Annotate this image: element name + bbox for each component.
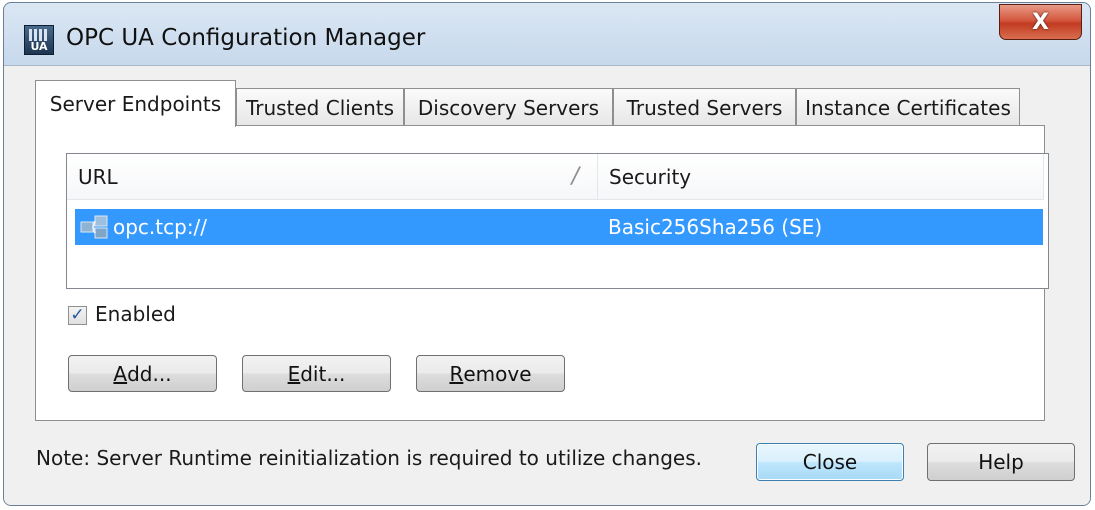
tab-trusted-clients[interactable]: Trusted Clients — [236, 88, 404, 126]
title-bar[interactable]: UA OPC UA Configuration Manager X — [4, 3, 1090, 65]
network-endpoint-icon — [80, 215, 108, 239]
security-cell: Basic256Sha256 (SE) — [608, 215, 823, 239]
close-button[interactable]: Close — [756, 443, 904, 481]
edit-label: dit... — [300, 361, 346, 386]
add-label: dd... — [127, 361, 172, 386]
window-title: OPC UA Configuration Manager — [66, 25, 426, 51]
remove-button[interactable]: Remove — [416, 355, 565, 392]
edit-accel: E — [287, 361, 301, 386]
help-button[interactable]: Help — [927, 443, 1075, 481]
remove-label: emove — [463, 361, 532, 386]
tab-instance-certificates[interactable]: Instance Certificates — [796, 88, 1020, 126]
close-icon: X — [1032, 9, 1049, 35]
reinitialization-note: Note: Server Runtime reinitialization is… — [36, 446, 702, 470]
close-window-button[interactable]: X — [999, 4, 1082, 40]
enabled-label: Enabled — [95, 302, 176, 326]
endpoints-list[interactable]: URL / Security opc.tcp:// Basic256Sha256… — [66, 153, 1049, 289]
add-button[interactable]: Add... — [68, 355, 217, 392]
help-button-label: Help — [978, 450, 1024, 474]
remove-accel: R — [449, 361, 464, 386]
column-header-label: URL — [78, 164, 118, 189]
opc-ua-app-icon: UA — [24, 25, 54, 55]
url-cell: opc.tcp:// — [113, 215, 208, 239]
tab-trusted-servers[interactable]: Trusted Servers — [613, 88, 796, 126]
check-icon: ✓ — [70, 305, 85, 325]
close-button-label: Close — [802, 450, 858, 474]
edit-button[interactable]: Edit... — [242, 355, 391, 392]
table-row[interactable]: opc.tcp:// Basic256Sha256 (SE) — [75, 209, 1043, 245]
tab-label: Discovery Servers — [417, 95, 600, 120]
column-header-url[interactable]: URL / — [67, 154, 598, 200]
sort-indicator-icon: / — [571, 164, 579, 189]
enabled-checkbox[interactable]: ✓ — [68, 306, 87, 325]
tab-label: Server Endpoints — [49, 92, 222, 116]
tab-server-endpoints[interactable]: Server Endpoints — [35, 80, 236, 127]
column-header-label: Security — [609, 164, 692, 189]
tab-discovery-servers[interactable]: Discovery Servers — [404, 88, 613, 126]
column-header-security[interactable]: Security — [598, 154, 1044, 200]
tab-label: Instance Certificates — [805, 95, 1011, 120]
add-accel: A — [113, 361, 128, 386]
tab-label: Trusted Clients — [245, 95, 395, 120]
tab-label: Trusted Servers — [626, 95, 783, 120]
app-icon-text: UA — [30, 40, 48, 53]
